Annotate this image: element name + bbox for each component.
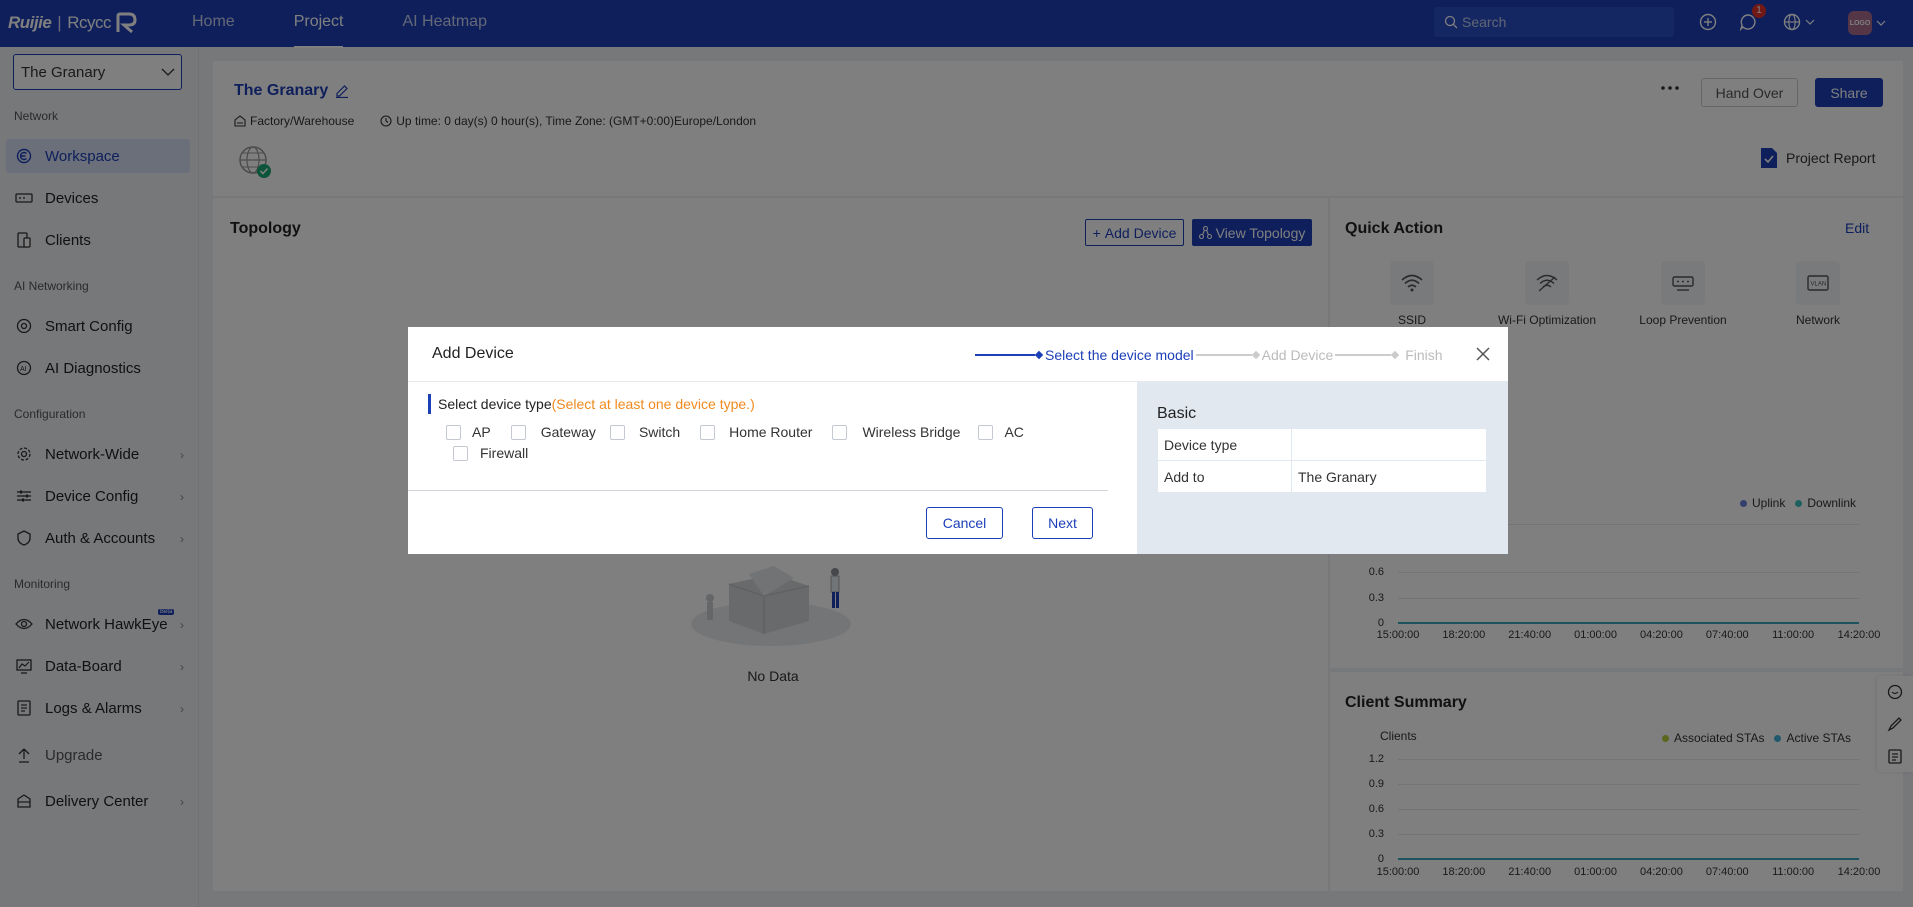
device-type-home-router[interactable]: Home Router	[700, 424, 812, 440]
step-add-device: Add Device	[1261, 347, 1334, 363]
checkbox[interactable]	[446, 424, 461, 440]
checkbox-label: Wireless Bridge	[862, 424, 961, 440]
step-finish: Finish	[1405, 347, 1443, 363]
step-line	[1335, 354, 1392, 356]
select-device-type-label: Select device type	[438, 396, 552, 412]
basic-info-pane: Basic Device type Add to The Granary	[1137, 382, 1508, 554]
checkbox-label: Switch	[638, 424, 681, 440]
device-type-wireless-bridge[interactable]: Wireless Bridge	[832, 424, 960, 440]
checkbox-label: Gateway	[540, 424, 596, 440]
device-type-row: AP Gateway Switch Home Router Wireless B…	[446, 424, 1038, 440]
device-type-gateway[interactable]: Gateway	[510, 424, 596, 440]
basic-info-table: Device type Add to The Granary	[1157, 428, 1487, 493]
table-row: Device type	[1157, 428, 1487, 461]
step-dot	[1251, 350, 1260, 360]
checkbox[interactable]	[609, 424, 625, 440]
next-button[interactable]: Next	[1032, 507, 1093, 539]
device-type-key: Device type	[1157, 428, 1292, 461]
select-device-type-hint: (Select at least one device type.)	[551, 396, 755, 412]
step-dot	[1390, 350, 1400, 360]
table-row: Add to The Granary	[1157, 460, 1487, 493]
checkbox[interactable]	[978, 424, 994, 440]
device-type-switch[interactable]: Switch	[609, 424, 681, 440]
checkbox[interactable]	[510, 424, 526, 440]
select-device-type-title: Select device type(Select at least one d…	[428, 394, 755, 414]
step-select-model: Select the device model	[1045, 347, 1194, 363]
cancel-button[interactable]: Cancel	[926, 507, 1003, 539]
checkbox[interactable]	[700, 424, 716, 440]
step-line	[1195, 354, 1252, 356]
device-type-value	[1291, 428, 1487, 461]
device-type-ac[interactable]: AC	[978, 424, 1024, 440]
add-to-key: Add to	[1157, 460, 1292, 493]
device-type-firewall[interactable]: Firewall	[453, 445, 528, 461]
checkbox-label: AP	[472, 424, 491, 440]
footer-divider	[408, 490, 1108, 491]
step-indicator: Select the device model Add Device Finis…	[975, 345, 1445, 365]
checkbox[interactable]	[453, 445, 468, 461]
add-to-value: The Granary	[1291, 460, 1487, 493]
checkbox-label: AC	[1004, 424, 1024, 440]
checkbox[interactable]	[832, 424, 848, 440]
checkbox-label: Home Router	[729, 424, 813, 440]
device-type-row: Firewall	[453, 445, 542, 461]
device-type-pane: Select device type(Select at least one d…	[408, 382, 1137, 554]
modal-title: Add Device	[432, 345, 514, 362]
step-dot-current	[1034, 350, 1044, 360]
device-type-ap[interactable]: AP	[446, 424, 491, 440]
add-device-modal: Add Device Select the device model Add D…	[408, 327, 1508, 554]
checkbox-label: Firewall	[480, 445, 529, 461]
step-line-done	[975, 354, 1035, 356]
close-icon[interactable]	[1473, 344, 1493, 364]
basic-title: Basic	[1157, 405, 1197, 422]
